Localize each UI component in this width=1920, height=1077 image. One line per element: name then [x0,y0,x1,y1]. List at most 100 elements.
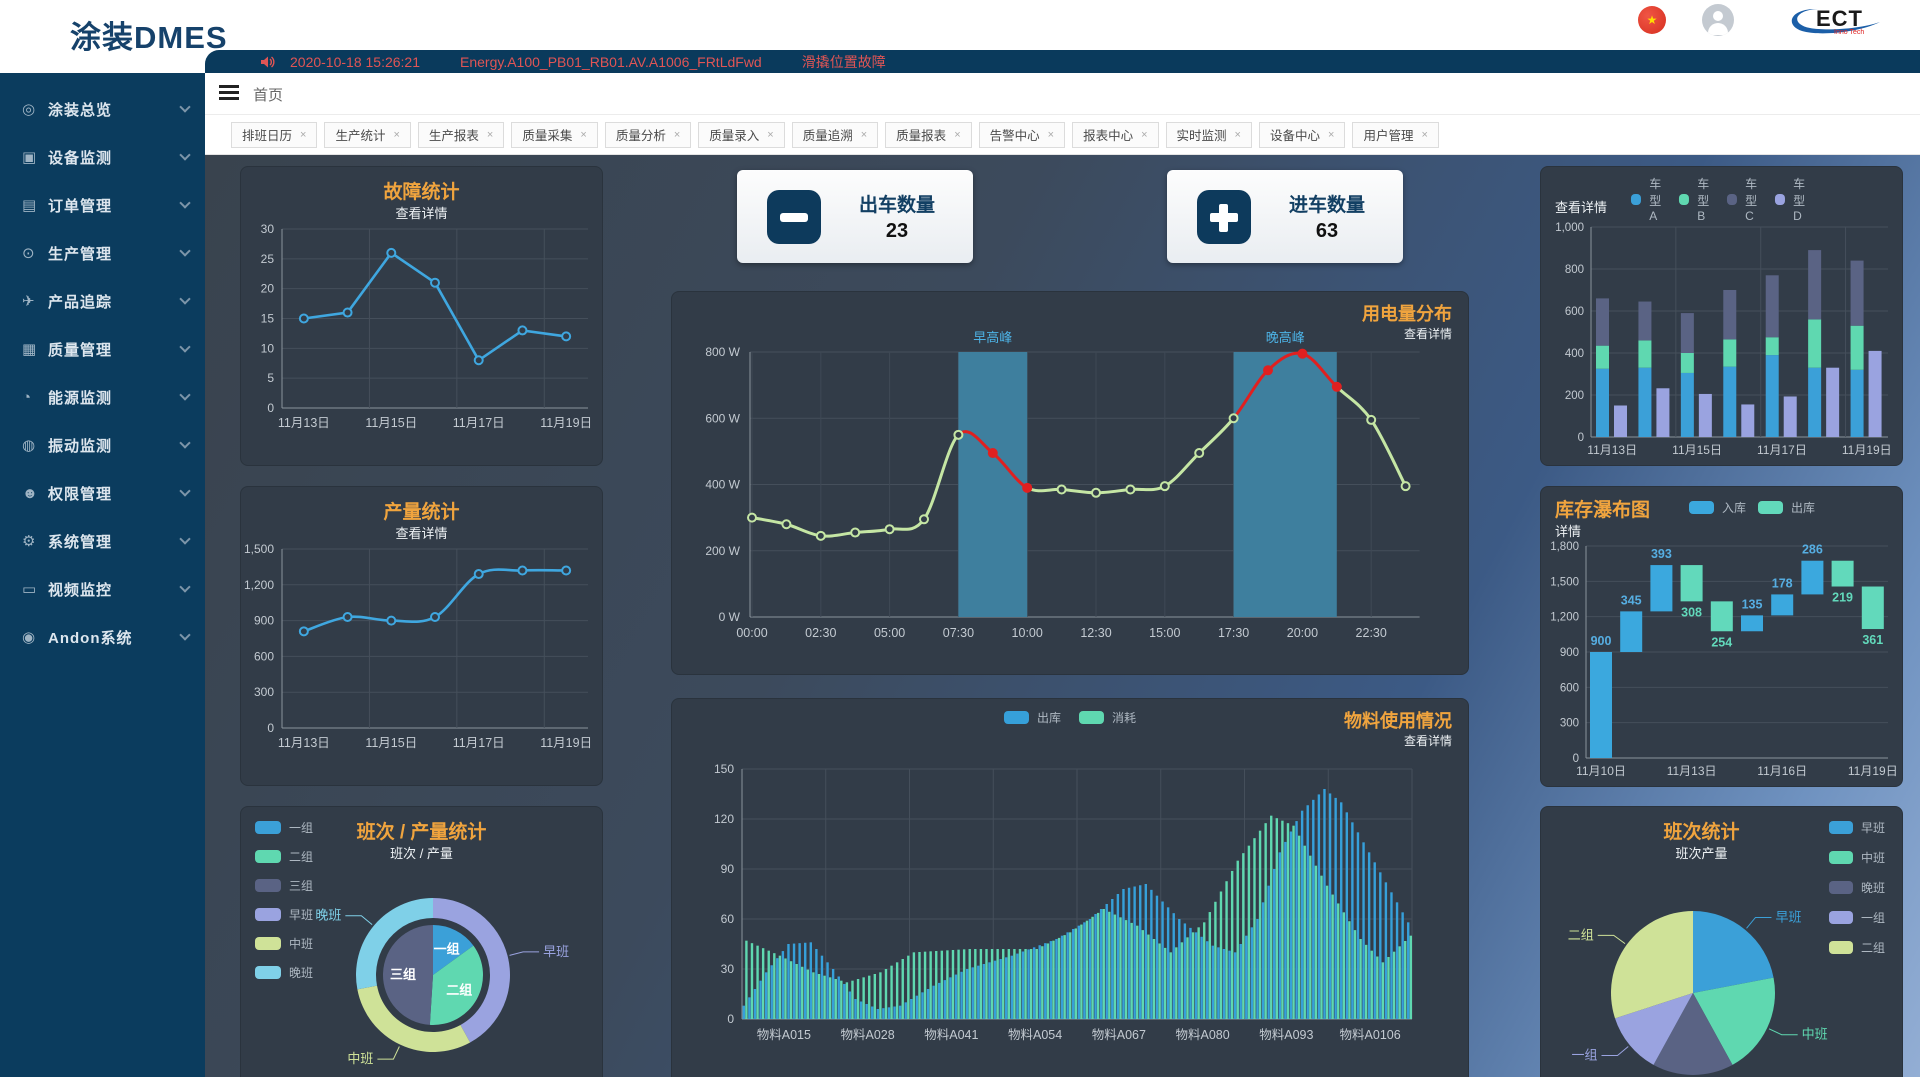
svg-text:11月13日: 11月13日 [1667,764,1717,778]
sidebar-item-10[interactable]: ▭视频监控 [0,565,205,613]
close-icon[interactable]: × [393,129,399,141]
breadcrumb-home[interactable]: 首页 [253,84,283,105]
close-icon[interactable]: × [1328,129,1334,141]
ect-company-logo: ECT Inno Tech [1788,4,1888,38]
sidebar-item-1[interactable]: ▣设备监测 [0,133,205,181]
user-icon: ☻ [22,485,48,502]
card-value: 23 [821,220,973,243]
tab-9[interactable]: 报表中心 × [1072,122,1158,148]
svg-text:0: 0 [1578,432,1584,444]
svg-text:物料A015: 物料A015 [757,1028,811,1042]
user-avatar[interactable] [1702,4,1734,36]
sidebar-item-0[interactable]: ◎涂装总览 [0,85,205,133]
tab-6[interactable]: 质量追溯 × [792,122,878,148]
chevron-down-icon [179,629,190,640]
panel-power-distribution: 用电量分布 查看详情 0 W200 W400 W600 W800 W早高峰晚高峰… [671,291,1469,675]
tab-2[interactable]: 生产报表× [418,122,504,148]
close-icon[interactable]: × [1421,129,1427,141]
sidebar-item-label: 质量管理 [48,339,181,360]
panel-shift-output: 班次 / 产量统计 班次 / 产量 一组二组三组早班中班晚班 早班中班晚班一组二… [240,806,603,1077]
svg-text:05:00: 05:00 [874,626,905,640]
svg-text:晚高峰: 晚高峰 [1266,330,1305,345]
svg-text:1,500: 1,500 [244,542,274,556]
svg-text:800: 800 [1565,264,1584,276]
close-icon[interactable]: × [1048,129,1054,141]
chevron-down-icon [179,389,190,400]
sidebar-item-label: 振动监测 [48,435,181,456]
sidebar-item-4[interactable]: ✈产品追踪 [0,277,205,325]
svg-text:11月15日: 11月15日 [365,416,417,430]
tab-1[interactable]: 生产统计× [324,122,410,148]
tab-label: 质量报表 [896,125,946,144]
svg-text:30: 30 [721,962,735,976]
alert-ticker-bar: 2020-10-18 15:26:21 Energy.A100_PB01_RB0… [205,50,1920,73]
chevron-down-icon [179,245,190,256]
svg-text:22:30: 22:30 [1356,626,1387,640]
svg-text:361: 361 [1862,633,1883,647]
close-icon[interactable]: × [580,129,586,141]
svg-text:400 W: 400 W [705,478,740,492]
card-label: 出车数量 [821,190,973,217]
svg-text:一组: 一组 [434,941,460,956]
hamburger-menu-icon[interactable] [219,85,239,103]
minus-icon[interactable] [767,190,821,244]
svg-text:1,000: 1,000 [1555,222,1584,234]
sidebar-item-8[interactable]: ☻权限管理 [0,469,205,517]
tab-4[interactable]: 质量分析× [605,122,691,148]
chevron-down-icon [179,581,190,592]
svg-text:300: 300 [254,685,274,699]
alert-timestamp: 2020-10-18 15:26:21 [290,54,420,70]
tab-10[interactable]: 实时监测× [1166,122,1252,148]
tab-label: 报表中心 [1083,125,1133,144]
language-flag-icon[interactable]: ★ [1638,6,1666,34]
svg-text:11月10日: 11月10日 [1576,764,1626,778]
plus-icon[interactable] [1197,190,1251,244]
chevron-down-icon [179,197,190,208]
chevron-down-icon [179,485,190,496]
svg-text:中班: 中班 [1802,1027,1828,1042]
sidebar-item-5[interactable]: ▦质量管理 [0,325,205,373]
card-vehicles-in: 进车数量 63 [1167,170,1403,263]
svg-text:308: 308 [1681,605,1702,619]
svg-text:二组: 二组 [1568,927,1594,942]
close-icon[interactable]: × [1235,129,1241,141]
svg-text:物料A080: 物料A080 [1176,1028,1230,1042]
close-icon[interactable]: × [674,129,680,141]
tab-label: 质量追溯 [803,125,853,144]
tab-0[interactable]: 排班日历× [231,122,317,148]
panel-fault-stats: 故障统计 查看详情 05101520253011月13日11月15日11月17日… [240,166,603,466]
svg-text:10:00: 10:00 [1012,626,1043,640]
svg-text:150: 150 [714,762,734,776]
close-icon[interactable]: × [1141,129,1147,141]
tab-label: 设备中心 [1270,125,1320,144]
svg-text:286: 286 [1802,543,1823,557]
sidebar-item-7[interactable]: ◍振动监测 [0,421,205,469]
close-icon[interactable]: × [861,129,867,141]
tab-12[interactable]: 用户管理 × [1352,122,1438,148]
tab-3[interactable]: 质量采集× [511,122,597,148]
plane-icon: ✈ [22,292,48,310]
svg-text:0 W: 0 W [719,610,741,624]
svg-text:900: 900 [1591,634,1612,648]
close-icon[interactable]: × [300,129,306,141]
close-icon[interactable]: × [487,129,493,141]
chevron-down-icon [179,437,190,448]
close-icon[interactable]: × [954,129,960,141]
svg-text:25: 25 [261,252,275,266]
tab-label: 用户管理 [1363,125,1413,144]
sidebar-item-2[interactable]: ▤订单管理 [0,181,205,229]
svg-text:物料A067: 物料A067 [1092,1028,1146,1042]
sidebar-item-11[interactable]: ◉Andon系统 [0,613,205,661]
close-icon[interactable]: × [767,129,773,141]
sidebar-item-9[interactable]: ⚙系统管理 [0,517,205,565]
tab-7[interactable]: 质量报表 × [885,122,971,148]
svg-text:254: 254 [1711,635,1732,649]
sidebar-item-label: 生产管理 [48,243,181,264]
svg-text:1,200: 1,200 [244,578,274,592]
tab-11[interactable]: 设备中心 × [1259,122,1345,148]
tab-5[interactable]: 质量录入× [698,122,784,148]
sidebar-item-6[interactable]: ◔能源监测 [0,373,205,421]
tab-8[interactable]: 告警中心× [979,122,1065,148]
sidebar-item-3[interactable]: ⊙生产管理 [0,229,205,277]
svg-text:345: 345 [1621,593,1642,607]
